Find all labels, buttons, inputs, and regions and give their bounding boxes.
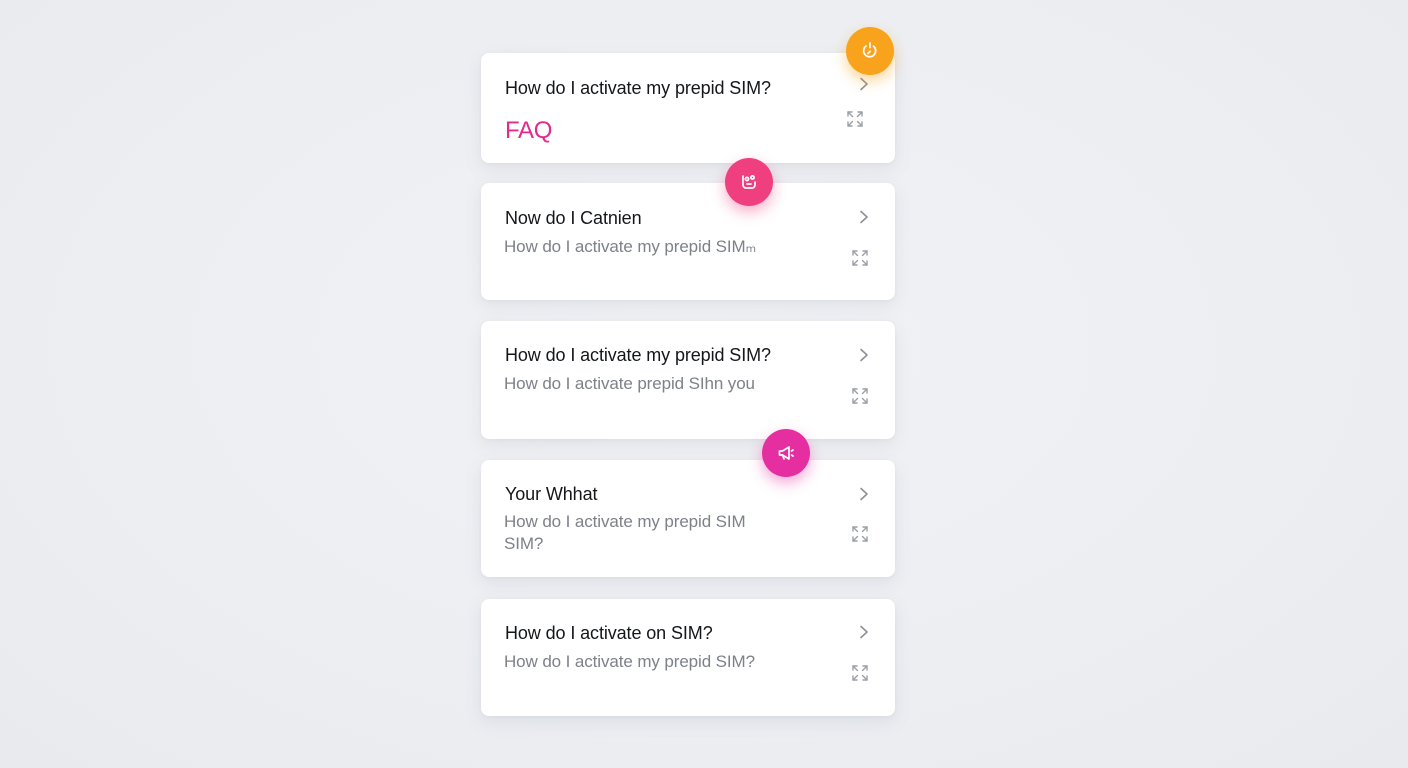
- expand-icon[interactable]: [851, 525, 869, 543]
- expand-icon[interactable]: [851, 387, 869, 405]
- faq-card-4[interactable]: Your Whhat How do I activate my prepid S…: [481, 460, 895, 577]
- faq-question: How do I activate my prepid SIM?: [505, 78, 771, 98]
- expand-icon[interactable]: [851, 249, 869, 267]
- faq-card-2[interactable]: Now do I Catnien How do I activate my pr…: [481, 183, 895, 300]
- faq-header: FAQ: [505, 117, 553, 144]
- chevron-right-icon[interactable]: [857, 625, 871, 639]
- faq-answer: How do I activate prepid SIhn you: [504, 374, 755, 393]
- timer-icon: [862, 42, 877, 58]
- faq-answer: How do I activate my prepid SIM SIM?: [504, 512, 746, 553]
- faq-question: How do I activate my prepid SIM?: [505, 345, 771, 365]
- faq-card-1[interactable]: How do I activate my prepid SIM? FAQ: [481, 53, 895, 163]
- faq-card-5[interactable]: How do I activate on SIM? How do I activ…: [481, 599, 895, 716]
- chevron-right-icon[interactable]: [857, 210, 871, 224]
- timer-fab-button[interactable]: [846, 27, 894, 75]
- expand-icon[interactable]: [846, 110, 864, 128]
- chevron-right-icon[interactable]: [857, 487, 871, 501]
- faq-question: How do I activate on SIM?: [505, 623, 713, 643]
- chevron-right-icon[interactable]: [857, 77, 871, 91]
- expand-icon[interactable]: [851, 664, 869, 682]
- faq-card-3[interactable]: How do I activate my prepid SIM? How do …: [481, 321, 895, 439]
- megaphone-fab-button[interactable]: [762, 429, 810, 477]
- faq-answer: How do I activate my prepid SIMₘ: [504, 237, 757, 256]
- megaphone-icon: [778, 446, 794, 460]
- chat-icon: [742, 175, 756, 189]
- faq-answer: How do I activate my prepid SIM?: [504, 652, 755, 671]
- faq-question: Now do I Catnien: [505, 208, 642, 228]
- faq-question: Your Whhat: [505, 484, 598, 504]
- chevron-right-icon[interactable]: [857, 348, 871, 362]
- chat-fab-button[interactable]: [725, 158, 773, 206]
